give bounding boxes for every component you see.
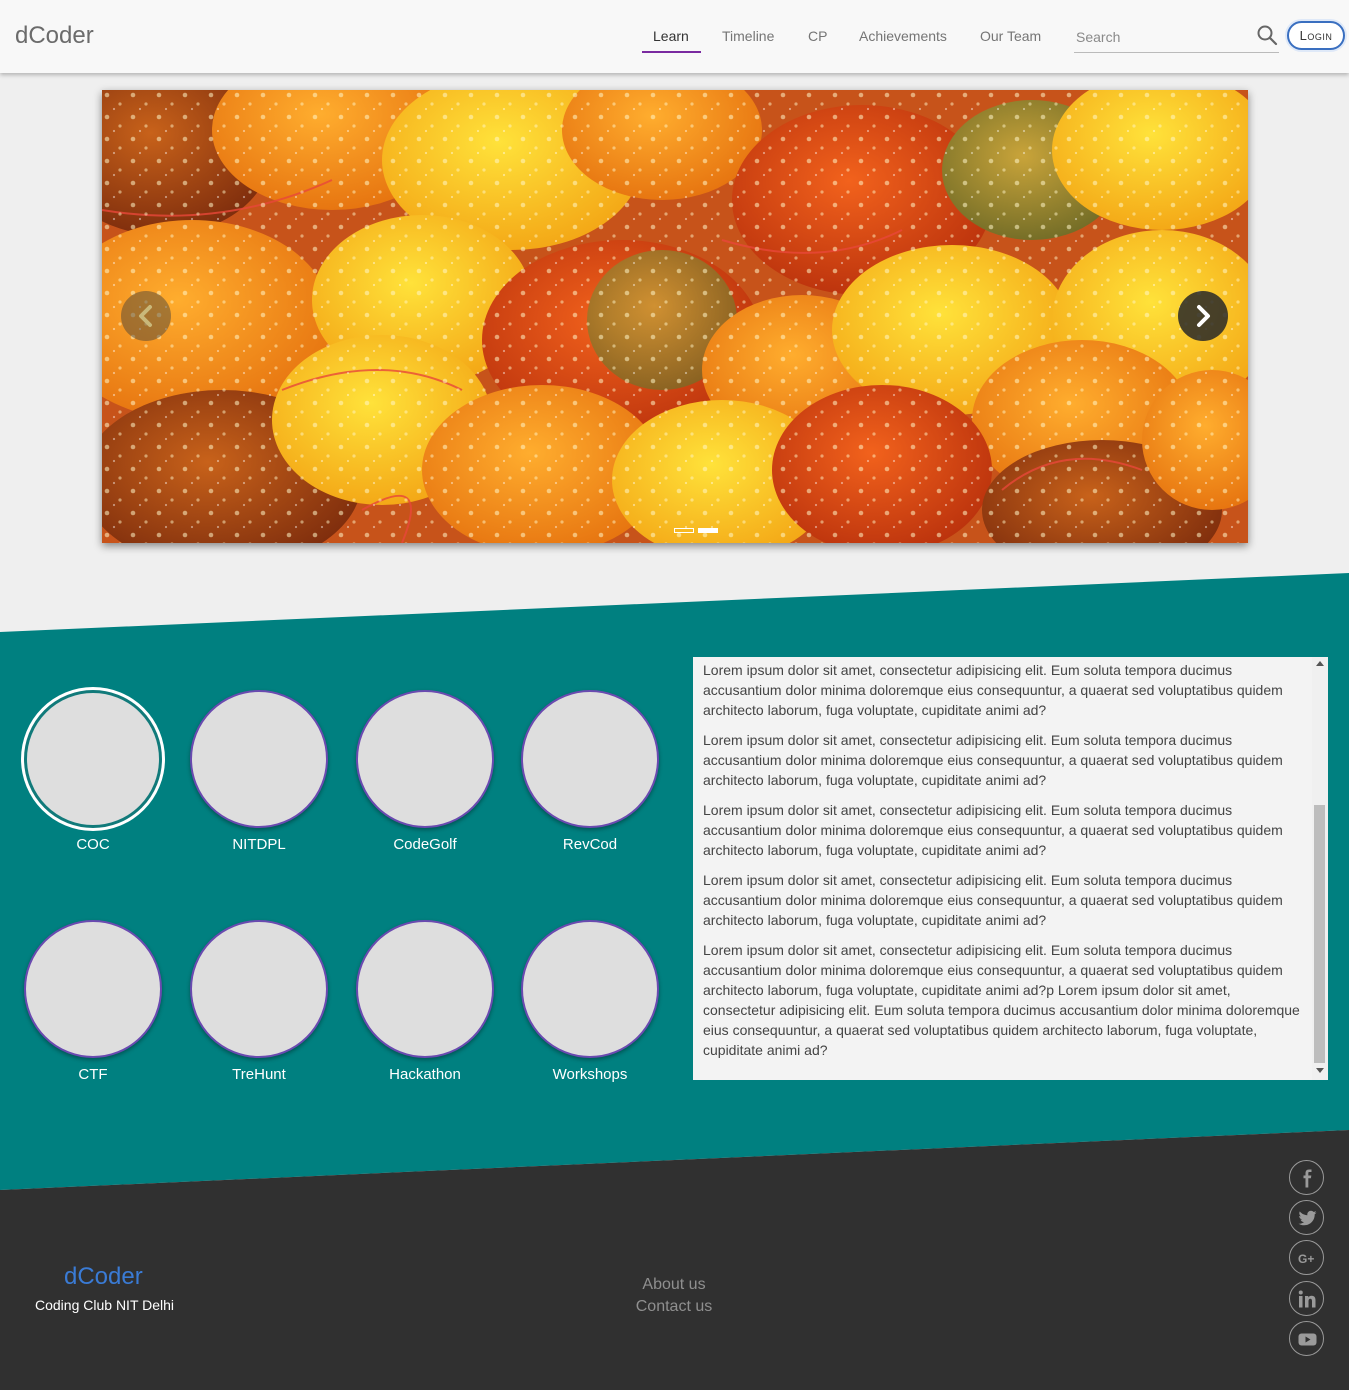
event-nitdpl-label: NITDPL — [232, 836, 286, 853]
description-paragraph: Lorem ipsum dolor sit amet, consectetur … — [703, 802, 1283, 858]
event-hackathon[interactable]: Hackathon — [355, 920, 495, 1083]
youtube-icon — [1298, 1333, 1317, 1346]
svg-text:G+: G+ — [1298, 1252, 1314, 1266]
event-ctf[interactable]: CTF — [23, 920, 163, 1083]
nav-timeline[interactable]: Timeline — [722, 28, 774, 44]
google-plus-button[interactable]: G+ — [1289, 1240, 1324, 1275]
event-nitdpl-circle[interactable] — [190, 690, 328, 828]
description-paragraph: Lorem ipsum dolor sit amet, consectetur … — [703, 872, 1283, 928]
event-ctf-label: CTF — [78, 1066, 108, 1083]
event-coc[interactable]: COC — [23, 690, 163, 853]
event-revcod-label: RevCod — [562, 836, 618, 853]
brand-logo[interactable]: dCoder — [15, 22, 94, 50]
linkedin-button[interactable] — [1289, 1281, 1324, 1316]
event-workshops-circle[interactable] — [521, 920, 659, 1058]
event-hackathon-circle[interactable] — [356, 920, 494, 1058]
scrollbar-thumb[interactable] — [1314, 805, 1325, 1063]
twitter-button[interactable] — [1289, 1200, 1324, 1235]
scroll-down-arrow-icon[interactable] — [1316, 1068, 1324, 1073]
event-workshops-label: Workshops — [552, 1066, 628, 1083]
search-input[interactable] — [1074, 26, 1249, 48]
description-scrollbar[interactable] — [1312, 657, 1328, 1080]
youtube-button[interactable] — [1289, 1321, 1324, 1356]
event-ctf-circle[interactable] — [24, 920, 162, 1058]
event-codegolf-circle[interactable] — [356, 690, 494, 828]
event-description-text: Lorem ipsum dolor sit amet, consectetur … — [703, 660, 1303, 1070]
event-codegolf-label: CodeGolf — [393, 836, 457, 853]
event-trehunt[interactable]: TreHunt — [189, 920, 329, 1083]
event-coc-circle[interactable] — [24, 690, 162, 828]
nav-learn[interactable]: Learn — [653, 28, 689, 44]
event-coc-label: COC — [76, 836, 110, 853]
nav-achievements[interactable]: Achievements — [859, 28, 947, 44]
event-revcod-circle[interactable] — [521, 690, 659, 828]
login-button[interactable]: Login — [1287, 21, 1345, 50]
event-hackathon-label: Hackathon — [389, 1066, 461, 1083]
footer-brand[interactable]: dCoder — [64, 1263, 143, 1291]
event-codegolf[interactable]: CodeGolf — [355, 690, 495, 853]
facebook-button[interactable] — [1289, 1160, 1324, 1195]
event-description-panel[interactable]: Lorem ipsum dolor sit amet, consectetur … — [693, 657, 1328, 1080]
description-paragraph: Lorem ipsum dolor sit amet, consectetur … — [703, 732, 1283, 788]
event-workshops[interactable]: Workshops — [520, 920, 660, 1083]
search-box — [1074, 22, 1279, 53]
twitter-icon — [1298, 1210, 1317, 1226]
event-nitdpl[interactable]: NITDPL — [189, 690, 329, 853]
nav-our-team[interactable]: Our Team — [980, 28, 1041, 44]
description-paragraph: Lorem ipsum dolor sit amet, consectetur … — [703, 942, 1300, 1058]
search-icon[interactable] — [1256, 24, 1278, 46]
event-revcod[interactable]: RevCod — [520, 690, 660, 853]
footer-subtitle: Coding Club NIT Delhi — [35, 1297, 175, 1313]
facebook-icon — [1303, 1169, 1312, 1188]
top-navbar: dCoder Learn Timeline CP Achievements Ou… — [0, 0, 1349, 73]
description-paragraph: Lorem ipsum dolor sit amet, consectetur … — [703, 662, 1283, 718]
active-nav-indicator — [642, 51, 701, 53]
nav-cp[interactable]: CP — [808, 28, 827, 44]
google-plus-icon: G+ — [1298, 1252, 1314, 1266]
footer-link-about[interactable]: About us — [614, 1276, 734, 1294]
linkedin-icon — [1298, 1290, 1316, 1308]
event-trehunt-circle[interactable] — [190, 920, 328, 1058]
scroll-up-arrow-icon[interactable] — [1316, 661, 1324, 666]
event-trehunt-label: TreHunt — [232, 1066, 286, 1083]
footer-link-contact[interactable]: Contact us — [614, 1298, 734, 1316]
